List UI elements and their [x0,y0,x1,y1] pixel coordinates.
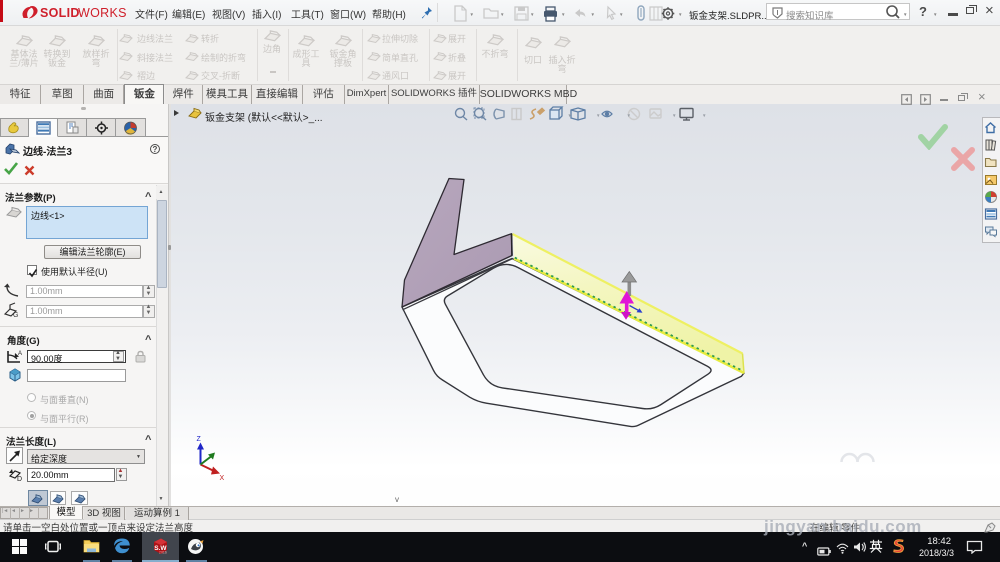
svg-text:Z: Z [196,436,201,443]
svg-text:SOLID: SOLID [40,6,80,20]
svg-text:X: X [219,475,224,482]
svg-text:G: G [13,312,18,318]
svg-text:D: D [17,476,22,482]
svg-text:WORKS: WORKS [78,6,127,20]
svg-text:A: A [18,351,22,357]
svg-text:2016: 2016 [159,551,167,555]
